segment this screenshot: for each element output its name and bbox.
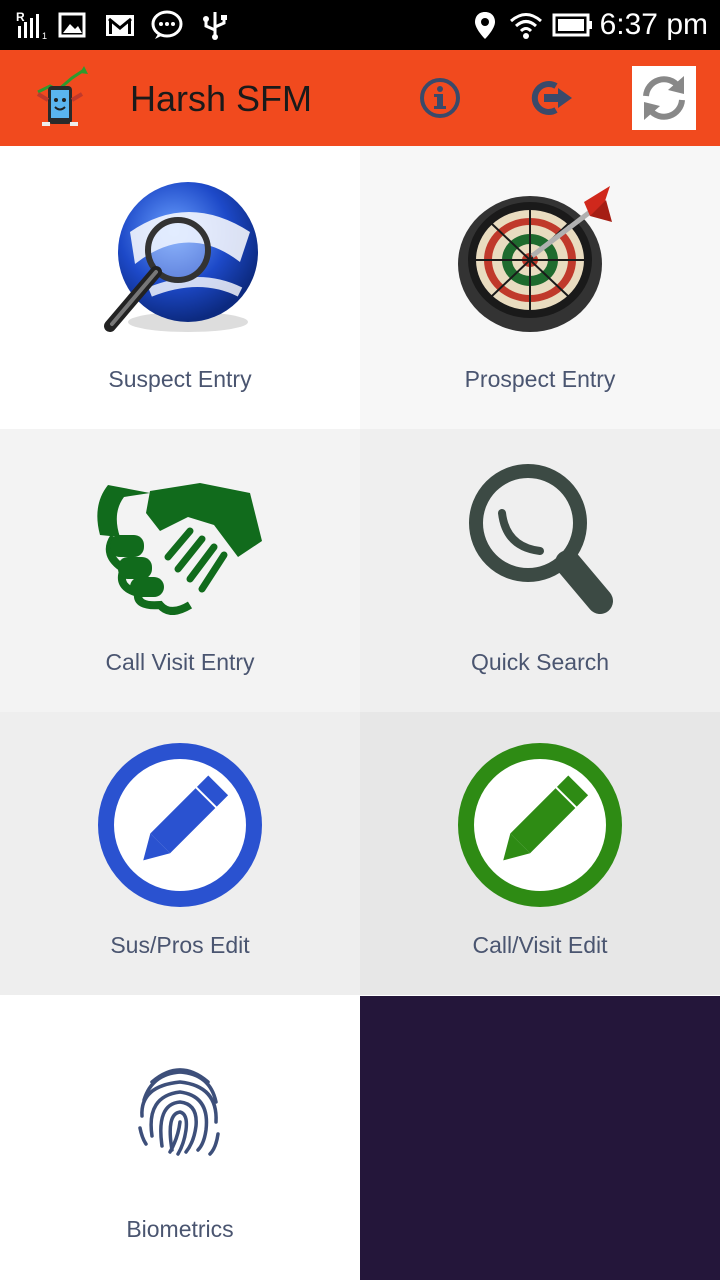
- image-icon: [58, 12, 86, 38]
- tile-label: Quick Search: [470, 649, 610, 675]
- fingerprint-icon: [138, 1068, 220, 1156]
- edit-blue-icon: [98, 743, 262, 907]
- gmail-icon: [106, 15, 134, 36]
- app-title: Harsh SFM: [130, 78, 313, 119]
- tile-label: Prospect Entry: [464, 366, 616, 392]
- status-time: 6:37 pm: [599, 8, 708, 41]
- tile-quick-search[interactable]: Quick Search: [360, 429, 720, 712]
- app-logo-icon: [36, 66, 88, 126]
- battery-icon: [552, 13, 592, 37]
- tile-label: Call Visit Entry: [105, 649, 255, 675]
- logout-icon[interactable]: [526, 76, 574, 120]
- signal-r-icon: R 1: [16, 10, 47, 40]
- empty-tile: [360, 996, 720, 1280]
- handshake-icon: [97, 483, 262, 615]
- tile-sus-pros-edit[interactable]: Sus/Pros Edit: [0, 712, 360, 995]
- magnifier-icon: [469, 464, 613, 614]
- globe-search-icon: [104, 182, 258, 332]
- edit-green-icon: [458, 743, 622, 907]
- sync-button[interactable]: [632, 66, 696, 130]
- tile-call-visit-entry[interactable]: Call Visit Entry: [0, 429, 360, 712]
- tile-label: Suspect Entry: [108, 366, 252, 392]
- location-icon: [475, 12, 495, 39]
- svg-text:1: 1: [42, 31, 47, 40]
- tile-biometrics[interactable]: Biometrics: [0, 996, 360, 1280]
- tile-prospect-entry[interactable]: Prospect Entry: [360, 146, 720, 429]
- tile-label: Biometrics: [126, 1216, 234, 1242]
- app-bar: Harsh SFM: [0, 50, 720, 146]
- usb-icon: [203, 12, 227, 40]
- svg-text:R: R: [16, 10, 25, 24]
- sync-icon: [643, 76, 685, 120]
- wifi-icon: [510, 13, 542, 39]
- dartboard-icon: [458, 186, 612, 332]
- info-icon[interactable]: [418, 76, 462, 120]
- tile-label: Call/Visit Edit: [472, 932, 608, 958]
- status-bar: R 1 6:37 pm: [0, 0, 720, 50]
- tile-suspect-entry[interactable]: Suspect Entry: [0, 146, 360, 429]
- chat-icon: [151, 10, 183, 39]
- tile-call-visit-edit[interactable]: Call/Visit Edit: [360, 712, 720, 995]
- tile-label: Sus/Pros Edit: [110, 932, 250, 958]
